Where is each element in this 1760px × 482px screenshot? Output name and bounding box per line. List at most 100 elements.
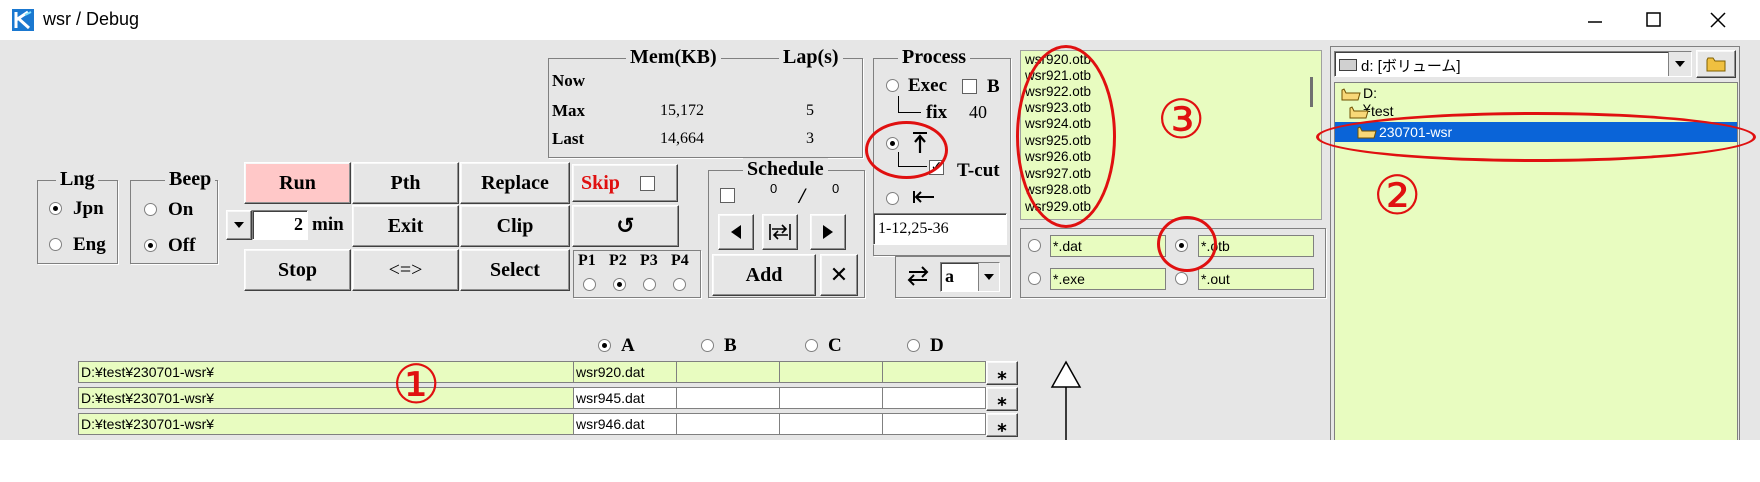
filter-exe-radio[interactable] — [1028, 272, 1041, 285]
timer-value: 2 — [294, 214, 303, 234]
memory-header-lap: Lap(s) — [779, 46, 843, 68]
stop-button[interactable]: Stop — [244, 249, 351, 291]
filter-out-field[interactable]: *.out — [1198, 268, 1314, 290]
row-action-button[interactable]: ⁎ — [986, 413, 1018, 437]
schedule-next-button[interactable] — [810, 214, 846, 250]
path-cell[interactable]: D:¥test¥230701-wsr¥ — [78, 413, 574, 435]
process-b-checkbox[interactable] — [962, 79, 977, 94]
exit-button[interactable]: Exit — [352, 205, 459, 247]
path-cell[interactable]: D:¥test¥230701-wsr¥ — [78, 387, 574, 409]
schedule-jump-button[interactable] — [762, 214, 798, 250]
lng-jpn-label: Jpn — [73, 198, 104, 219]
filter-exe-field[interactable]: *.exe — [1050, 268, 1166, 290]
annotation-circle-otb — [1157, 216, 1217, 272]
memory-last-mem: 14,664 — [660, 130, 704, 147]
run-button[interactable]: Run — [244, 162, 351, 204]
priority-p3-radio[interactable] — [643, 278, 656, 291]
beep-title: Beep — [165, 168, 216, 190]
filter-out-radio[interactable] — [1175, 272, 1188, 285]
file-b-cell[interactable] — [676, 413, 780, 435]
timer-unit-label: min — [312, 214, 344, 235]
minimize-icon[interactable] — [1585, 12, 1605, 32]
chevron-down-icon[interactable] — [978, 263, 999, 291]
annotation-circle-top — [865, 121, 948, 179]
column-d-radio[interactable] — [907, 339, 920, 352]
file-d-cell[interactable] — [882, 387, 986, 409]
memory-max-label: Max — [552, 101, 586, 120]
drive-select[interactable]: d: [ボリューム] — [1334, 51, 1692, 77]
process-b-label: B — [987, 76, 1000, 97]
memory-max-mem: 15,172 — [660, 102, 704, 119]
skip-box[interactable]: Skip — [572, 164, 678, 202]
open-folder-icon — [1349, 106, 1369, 119]
process-fix-label: fix — [926, 102, 948, 123]
filter-dat-field[interactable]: *.dat — [1050, 235, 1166, 257]
memory-now-label: Now — [552, 71, 586, 90]
schedule-checkbox[interactable] — [720, 188, 735, 203]
triangle-up-icon — [1050, 360, 1082, 440]
schedule-prev-button[interactable] — [718, 214, 754, 250]
beep-on-radio[interactable] — [144, 203, 157, 216]
drive-value: d: [ボリューム] — [1361, 58, 1461, 75]
schedule-count-b: 0 — [832, 181, 840, 196]
pth-button[interactable]: Pth — [352, 162, 459, 204]
process-title: Process — [898, 46, 971, 68]
priority-p1-radio[interactable] — [583, 278, 596, 291]
lng-title: Lng — [56, 168, 99, 190]
file-c-cell[interactable] — [779, 387, 883, 409]
chevron-down-icon[interactable] — [1668, 52, 1691, 76]
select-button[interactable]: Select — [460, 249, 570, 291]
browse-folder-button[interactable] — [1696, 50, 1736, 78]
priority-p4-label: P4 — [671, 252, 689, 269]
filter-dat-radio[interactable] — [1028, 239, 1041, 252]
path-cell[interactable]: D:¥test¥230701-wsr¥ — [78, 361, 574, 383]
process-range-input[interactable]: 1-12,25-36 — [873, 213, 1007, 245]
skip-checkbox[interactable] — [640, 176, 655, 191]
swap-button[interactable]: <=> — [352, 249, 459, 291]
add-button[interactable]: Add — [712, 254, 816, 296]
file-b-cell[interactable] — [676, 361, 780, 383]
skip-label: Skip — [581, 171, 620, 194]
column-b-radio[interactable] — [701, 339, 714, 352]
column-b-label: B — [724, 335, 737, 356]
priority-p3-label: P3 — [640, 252, 658, 269]
file-d-cell[interactable] — [882, 413, 986, 435]
file-c-cell[interactable] — [779, 361, 883, 383]
memory-header-mem: Mem(KB) — [626, 46, 721, 68]
process-skip-radio[interactable] — [886, 192, 899, 205]
refresh-button[interactable]: ↺ — [572, 205, 679, 247]
priority-p2-radio[interactable] — [613, 278, 626, 291]
memory-last-label: Last — [552, 129, 585, 148]
process-fix-value: 40 — [969, 102, 987, 122]
lng-eng-radio[interactable] — [49, 238, 62, 251]
timer-input[interactable]: 2 — [252, 210, 308, 240]
process-exec-radio[interactable] — [886, 79, 899, 92]
timer-dropdown-button[interactable] — [226, 210, 252, 240]
process-combo[interactable]: a — [940, 262, 1000, 292]
beep-off-radio[interactable] — [144, 239, 157, 252]
column-c-radio[interactable] — [805, 339, 818, 352]
schedule-delete-button[interactable]: ✕ — [820, 254, 858, 296]
file-a-cell[interactable]: wsr945.dat — [573, 387, 677, 409]
clip-button[interactable]: Clip — [460, 205, 570, 247]
file-b-cell[interactable] — [676, 387, 780, 409]
memory-last-lap: 3 — [806, 130, 814, 147]
scrollbar-thumb[interactable] — [1310, 77, 1313, 107]
maximize-icon[interactable] — [1644, 10, 1664, 30]
column-a-radio[interactable] — [598, 339, 611, 352]
lng-jpn-radio[interactable] — [49, 202, 62, 215]
file-a-cell[interactable]: wsr920.dat — [573, 361, 677, 383]
annotation-number-1: ① — [392, 353, 441, 416]
row-action-button[interactable]: ⁎ — [986, 387, 1018, 411]
file-d-cell[interactable] — [882, 361, 986, 383]
window-title: wsr / Debug — [43, 9, 140, 29]
file-a-cell[interactable]: wsr946.dat — [573, 413, 677, 435]
replace-button[interactable]: Replace — [460, 162, 570, 204]
priority-p2-label: P2 — [609, 252, 627, 269]
file-c-cell[interactable] — [779, 413, 883, 435]
beep-on-label: On — [168, 199, 194, 220]
row-action-button[interactable]: ⁎ — [986, 361, 1018, 385]
priority-p4-radio[interactable] — [673, 278, 686, 291]
annotation-number-2: ② — [1373, 164, 1422, 227]
close-icon[interactable] — [1708, 10, 1728, 30]
